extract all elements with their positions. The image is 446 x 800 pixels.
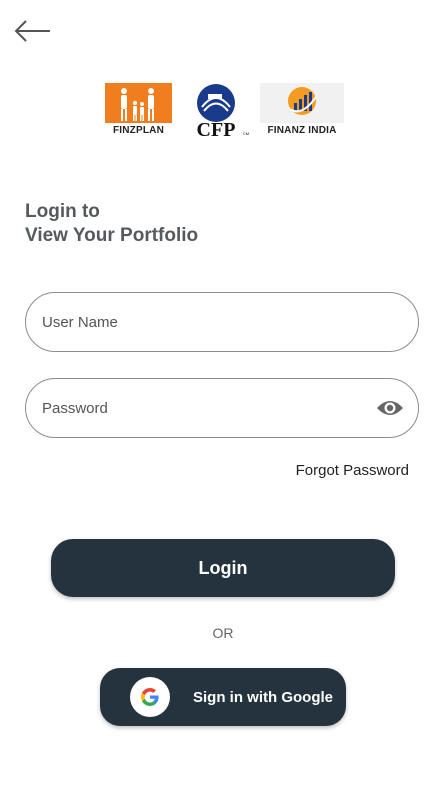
eye-icon[interactable] [376,396,404,420]
google-sign-in-label: Sign in with Google [193,688,333,706]
cfp-mark: CM [243,131,249,136]
finanz-india-logo: FINANZ INDIA [260,83,344,136]
google-icon-badge [130,677,170,717]
username-field[interactable] [25,292,419,352]
page-title: Login to View Your Portfolio [25,200,198,248]
password-input[interactable] [40,398,364,418]
login-button[interactable]: Login [51,539,395,597]
forgot-password-link[interactable]: Forgot Password [296,462,409,479]
finanz-india-caption: FINANZ INDIA [267,125,337,136]
cfp-logo: CFP CM [182,83,250,137]
password-field[interactable] [25,378,419,438]
title-line-2: View Your Portfolio [25,225,199,246]
title-line-1: Login to [25,201,100,222]
finzplan-logo: FINZPLAN [105,83,172,136]
finzplan-caption: FINZPLAN [112,125,165,136]
username-input[interactable] [40,312,364,332]
partner-logos: FINZPLAN CFP CM FINANZ INDIA [105,83,344,137]
google-g-icon [141,688,159,706]
back-arrow-icon[interactable] [14,18,52,44]
or-divider: OR [212,625,234,641]
cfp-caption: CFP [197,119,236,137]
google-sign-in-button[interactable]: Sign in with Google [100,668,346,726]
